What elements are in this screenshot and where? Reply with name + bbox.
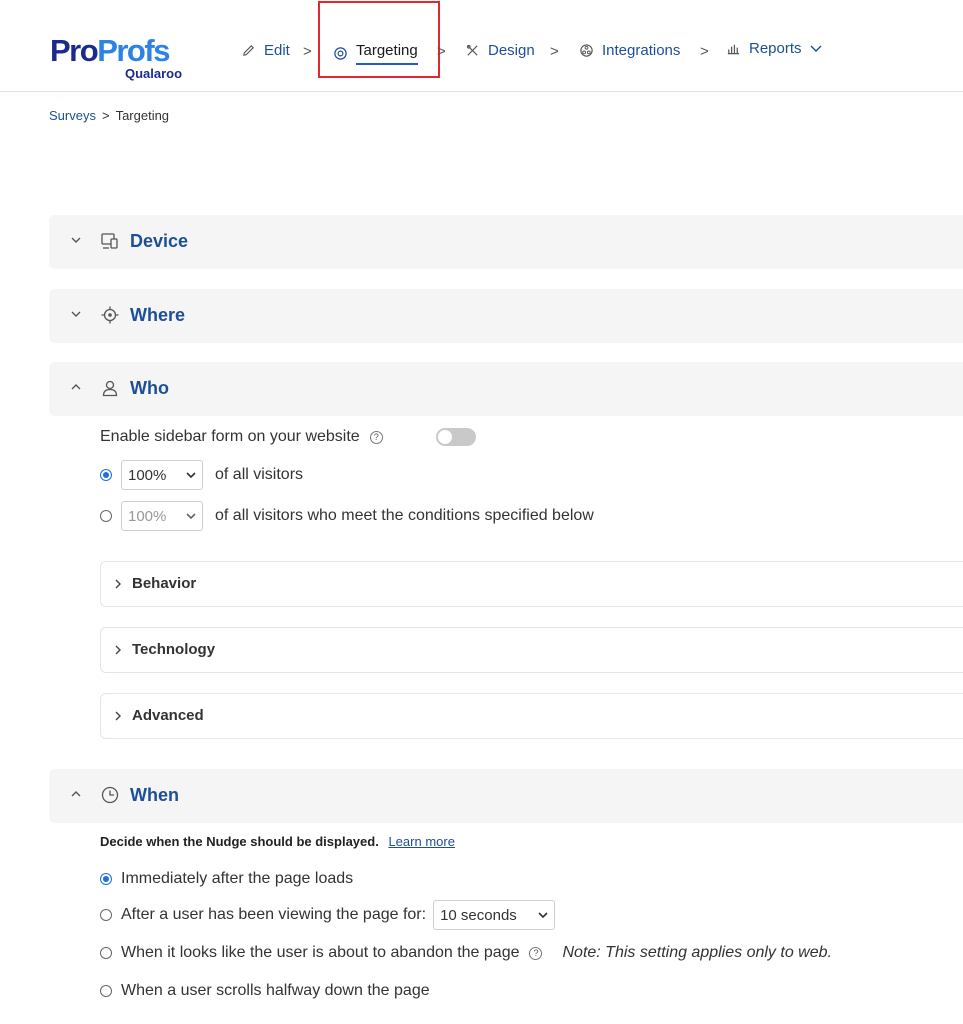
when-option-text: Immediately after the page loads: [121, 870, 354, 887]
section-device-header[interactable]: Device: [49, 215, 963, 269]
logo-profs-text: Profs: [97, 33, 170, 68]
breadcrumb-current: Targeting: [115, 108, 170, 123]
conditional-visitors-text: of all visitors who meet the conditions …: [215, 507, 594, 524]
section-where-title: Where: [130, 305, 186, 325]
help-icon[interactable]: ?: [369, 430, 383, 444]
who-option-all-visitors: 100% of all visitors: [100, 460, 303, 490]
when-description: Decide when the Nudge should be displaye…: [100, 834, 455, 849]
nav-targeting-label: Targeting: [356, 42, 418, 65]
section-device-title: Device: [130, 231, 189, 251]
bar-chart-icon: [725, 41, 741, 57]
panel-advanced[interactable]: Advanced: [100, 693, 963, 739]
chevron-right-icon: [115, 645, 121, 655]
when-option-immediate: Immediately after the page loads: [100, 870, 353, 888]
panel-technology-label: Technology: [132, 641, 216, 658]
percent-select-conditional[interactable]: 100%: [121, 501, 203, 531]
panel-behavior-label: Behavior: [132, 575, 197, 592]
section-who-header[interactable]: Who: [49, 362, 963, 416]
panel-technology[interactable]: Technology: [100, 627, 963, 673]
top-header: ProProfs Qualaroo Edit > Targeting > Des…: [0, 0, 963, 92]
nav-separator: >: [303, 43, 312, 60]
viewing-time-select[interactable]: 10 seconds: [433, 900, 556, 930]
nav-reports[interactable]: Reports: [725, 40, 822, 57]
chevron-right-icon: [115, 579, 121, 589]
chevron-up-icon: [71, 384, 81, 390]
viewing-time-select-value: 10 seconds: [440, 906, 517, 924]
when-option-abandon: When it looks like the user is about to …: [100, 944, 832, 962]
nav-reports-label: Reports: [749, 40, 802, 57]
when-option-scroll: When a user scrolls halfway down the pag…: [100, 982, 430, 1000]
chevron-down-icon: [71, 311, 81, 317]
integrations-icon: [578, 43, 594, 59]
radio-scroll-halfway[interactable]: [100, 985, 112, 997]
targeting-highlight-box: [318, 1, 440, 78]
all-visitors-text: of all visitors: [215, 466, 304, 483]
radio-conditional-visitors[interactable]: [100, 510, 112, 522]
web-only-note: Note: This setting applies only to web.: [562, 944, 832, 961]
breadcrumb: Surveys > Targeting: [49, 108, 169, 123]
chevron-right-icon: [115, 711, 121, 721]
section-where-header[interactable]: Where: [49, 289, 963, 343]
help-icon[interactable]: ?: [529, 946, 543, 960]
learn-more-link[interactable]: Learn more: [388, 834, 454, 849]
design-tools-icon: [464, 43, 480, 59]
when-option-text: After a user has been viewing the page f…: [121, 906, 427, 923]
when-option-viewing-time: After a user has been viewing the page f…: [100, 900, 556, 930]
when-option-text: When it looks like the user is about to …: [121, 944, 520, 961]
nav-integrations[interactable]: Integrations: [578, 42, 680, 59]
panel-behavior[interactable]: Behavior: [100, 561, 963, 607]
radio-all-visitors[interactable]: [100, 469, 112, 481]
user-icon: [102, 380, 118, 397]
pencil-icon: [240, 43, 256, 59]
sidebar-form-label: Enable sidebar form on your website: [100, 428, 360, 445]
who-option-conditional: 100% of all visitors who meet the condit…: [100, 501, 594, 531]
when-description-text: Decide when the Nudge should be displaye…: [100, 834, 379, 849]
nav-separator: >: [550, 43, 559, 60]
section-when-title: When: [130, 785, 179, 805]
radio-viewing-time[interactable]: [100, 909, 112, 921]
sidebar-form-row: Enable sidebar form on your website ?: [100, 428, 383, 446]
proprofs-logo[interactable]: ProProfs Qualaroo: [50, 34, 200, 84]
chevron-down-icon: [186, 513, 196, 519]
device-icon: [101, 233, 118, 249]
target-icon: [332, 46, 348, 62]
chevron-down-icon: [538, 912, 548, 918]
nav-design-label: Design: [488, 42, 535, 59]
panel-advanced-label: Advanced: [132, 707, 204, 724]
nav-separator: >: [437, 43, 446, 60]
nav-integrations-label: Integrations: [602, 42, 681, 59]
radio-immediate[interactable]: [100, 873, 112, 885]
nav-edit-label: Edit: [264, 42, 290, 59]
crosshair-icon: [101, 306, 119, 324]
breadcrumb-separator: >: [101, 108, 110, 123]
percent-select[interactable]: 100%: [121, 460, 203, 490]
chevron-down-icon: [71, 237, 81, 243]
percent-select-conditional-value: 100%: [128, 507, 167, 525]
nav-targeting[interactable]: Targeting: [332, 42, 418, 65]
sidebar-form-toggle[interactable]: [436, 428, 476, 446]
section-who-title: Who: [130, 378, 169, 398]
chevron-down-icon: [186, 472, 196, 478]
when-option-text: When a user scrolls halfway down the pag…: [121, 982, 430, 999]
section-when-header[interactable]: When: [49, 769, 963, 823]
logo-sub-text: Qualaroo: [125, 66, 183, 81]
clock-icon: [101, 786, 119, 804]
percent-select-value: 100%: [128, 466, 167, 484]
chevron-up-icon: [71, 791, 81, 797]
radio-abandon[interactable]: [100, 947, 112, 959]
nav-design[interactable]: Design: [464, 42, 535, 59]
nav-separator: >: [700, 43, 709, 60]
logo-pro-text: Pro: [50, 33, 99, 68]
breadcrumb-surveys[interactable]: Surveys: [49, 108, 96, 123]
nav-edit[interactable]: Edit: [240, 42, 290, 59]
chevron-down-icon: [810, 40, 822, 57]
